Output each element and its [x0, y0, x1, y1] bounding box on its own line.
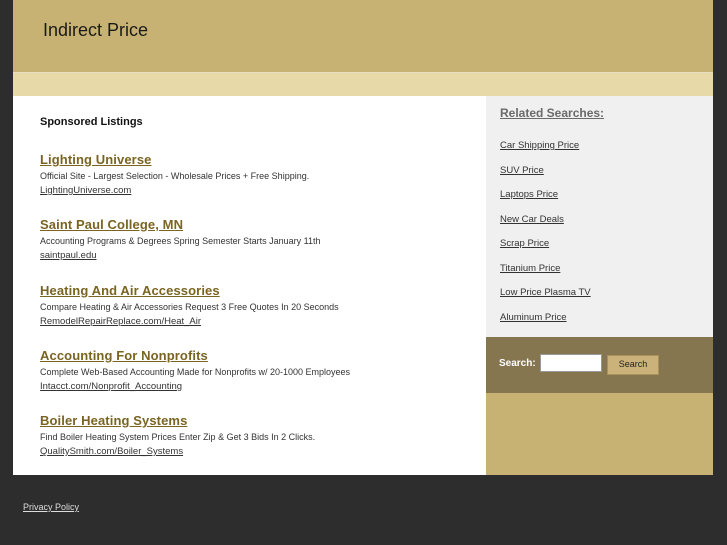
- related-link[interactable]: Titanium Price: [500, 263, 560, 274]
- listing-title-link[interactable]: Lighting Universe: [40, 152, 480, 167]
- related-item: SUV Price: [500, 160, 591, 185]
- listing-description: Official Site - Largest Selection - Whol…: [40, 171, 310, 181]
- related-item: Titanium Price: [500, 258, 591, 283]
- listing-url-link[interactable]: LightingUniverse.com: [40, 185, 480, 196]
- sidebar: Related Searches: Car Shipping Price SUV…: [486, 96, 713, 475]
- listing: Boiler Heating Systems Find Boiler Heati…: [40, 413, 480, 457]
- related-searches-heading: Related Searches:: [500, 106, 605, 120]
- related-item: Car Shipping Price: [500, 135, 591, 160]
- related-link[interactable]: Low Price Plasma TV: [500, 287, 591, 298]
- listing-description: Complete Web-Based Accounting Made for N…: [40, 367, 350, 377]
- privacy-policy-link[interactable]: Privacy Policy: [23, 502, 79, 512]
- related-item: New Car Deals: [500, 209, 591, 234]
- related-item: Low Price Plasma TV: [500, 282, 591, 307]
- sidebar-bottom-panel: [486, 393, 713, 475]
- related-searches-list: Car Shipping Price SUV Price Laptops Pri…: [500, 135, 591, 331]
- listing-url-link[interactable]: RemodelRepairReplace.com/Heat_Air: [40, 316, 480, 327]
- listing-title-link[interactable]: Heating And Air Accessories: [40, 283, 480, 298]
- listing-url-link[interactable]: saintpaul.edu: [40, 250, 480, 261]
- listing-description: Find Boiler Heating System Prices Enter …: [40, 432, 316, 442]
- listing: Saint Paul College, MN Accounting Progra…: [40, 217, 480, 261]
- listing: Heating And Air Accessories Compare Heat…: [40, 283, 480, 327]
- listing: Lighting Universe Official Site - Larges…: [40, 152, 480, 196]
- listing-description: Accounting Programs & Degrees Spring Sem…: [40, 236, 321, 246]
- site-header: Indirect Price: [13, 0, 713, 73]
- listing-title-link[interactable]: Boiler Heating Systems: [40, 413, 480, 428]
- related-link[interactable]: Aluminum Price: [500, 312, 567, 323]
- listing-description: Compare Heating & Air Accessories Reques…: [40, 302, 339, 312]
- listing-url-link[interactable]: Intacct.com/Nonprofit_Accounting: [40, 381, 480, 392]
- sponsored-heading: Sponsored Listings: [40, 116, 143, 128]
- main-content: Sponsored Listings Lighting Universe Off…: [13, 96, 486, 475]
- related-item: Laptops Price: [500, 184, 591, 209]
- search-label: Search:: [499, 358, 536, 369]
- related-item: Aluminum Price: [500, 307, 591, 332]
- related-link[interactable]: Car Shipping Price: [500, 140, 579, 151]
- related-item: Scrap Price: [500, 233, 591, 258]
- listing-title-link[interactable]: Accounting For Nonprofits: [40, 348, 480, 363]
- listing: Accounting For Nonprofits Complete Web-B…: [40, 348, 480, 392]
- site-title: Indirect Price: [43, 20, 149, 40]
- listing-url-link[interactable]: QualitySmith.com/Boiler_Systems: [40, 446, 480, 457]
- related-link[interactable]: SUV Price: [500, 165, 544, 176]
- related-link[interactable]: Laptops Price: [500, 189, 558, 200]
- header-subbar: [13, 73, 713, 96]
- page-frame: Indirect Price Sponsored Listings Lighti…: [13, 0, 713, 475]
- search-panel: Search: Search: [486, 337, 713, 393]
- related-link[interactable]: Scrap Price: [500, 238, 549, 249]
- search-input[interactable]: [540, 354, 602, 372]
- listing-title-link[interactable]: Saint Paul College, MN: [40, 217, 480, 232]
- search-button[interactable]: Search: [607, 355, 659, 375]
- related-link[interactable]: New Car Deals: [500, 214, 564, 225]
